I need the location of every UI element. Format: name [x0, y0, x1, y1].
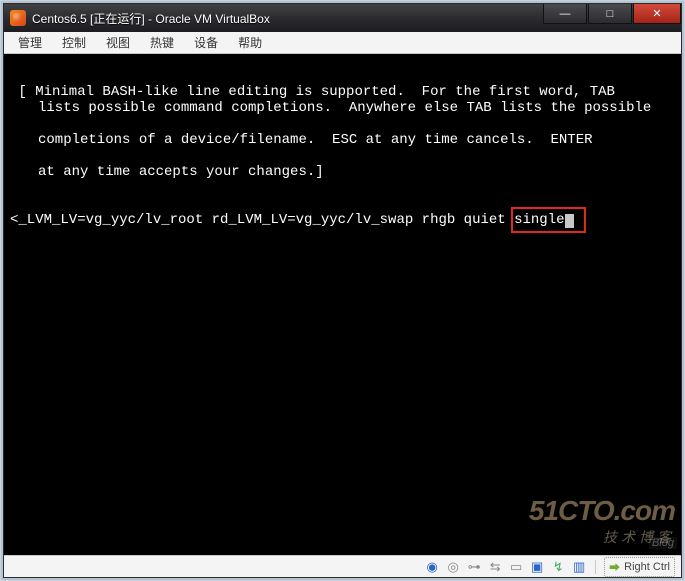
- menu-control[interactable]: 控制: [54, 32, 94, 53]
- display-icon[interactable]: ▣: [529, 559, 545, 575]
- status-separator: [595, 560, 596, 574]
- highlighted-term: single: [514, 212, 573, 228]
- minimize-button[interactable]: —: [543, 4, 587, 24]
- annotation-box: [511, 207, 585, 233]
- window-title: Centos6.5 [正在运行] - Oracle VM VirtualBox: [32, 10, 270, 27]
- virtualbox-icon: [10, 10, 26, 26]
- grub-edit-line[interactable]: <_LVM_LV=vg_yyc/lv_root rd_LVM_LV=vg_yyc…: [10, 212, 675, 228]
- menu-help[interactable]: 帮助: [230, 32, 270, 53]
- optical-drive-icon[interactable]: ◎: [445, 559, 461, 575]
- hostkey-arrow-icon: ⮕: [609, 559, 620, 575]
- network-icon[interactable]: ⇆: [487, 559, 503, 575]
- grub-help-line-1: [ Minimal BASH-like line editing is supp…: [10, 84, 615, 100]
- title-bar[interactable]: Centos6.5 [正在运行] - Oracle VM VirtualBox …: [4, 4, 681, 32]
- shared-folder-icon[interactable]: ▭: [508, 559, 524, 575]
- status-icons: ◉ ◎ ⊶ ⇆ ▭ ▣ ↯ ▥: [424, 559, 587, 575]
- hostkey-label: Right Ctrl: [624, 561, 670, 573]
- capture-icon[interactable]: ▥: [571, 559, 587, 575]
- menu-manage[interactable]: 管理: [10, 32, 50, 53]
- grub-help-line-2: lists possible command completions. Anyw…: [10, 100, 675, 116]
- usb-icon[interactable]: ⊶: [466, 559, 482, 575]
- grub-help-line-4: at any time accepts your changes.]: [10, 164, 675, 180]
- close-button[interactable]: ✕: [633, 4, 681, 24]
- mouse-integration-icon[interactable]: ↯: [550, 559, 566, 575]
- status-bar: ◉ ◎ ⊶ ⇆ ▭ ▣ ↯ ▥ ⮕ Right Ctrl: [4, 555, 681, 577]
- menu-bar: 管理 控制 视图 热键 设备 帮助: [4, 32, 681, 54]
- maximize-button[interactable]: □: [588, 4, 632, 24]
- minimize-icon: —: [560, 8, 571, 20]
- window-buttons: — □ ✕: [543, 4, 681, 32]
- close-icon: ✕: [652, 7, 661, 20]
- host-key-indicator[interactable]: ⮕ Right Ctrl: [604, 557, 675, 577]
- app-window: Centos6.5 [正在运行] - Oracle VM VirtualBox …: [3, 3, 682, 578]
- grub-cmd-prefix: <_LVM_LV=vg_yyc/lv_root rd_LVM_LV=vg_yyc…: [10, 212, 514, 228]
- hard-disk-icon[interactable]: ◉: [424, 559, 440, 575]
- grub-help-line-3: completions of a device/filename. ESC at…: [10, 132, 675, 148]
- menu-devices[interactable]: 设备: [186, 32, 226, 53]
- menu-hotkeys[interactable]: 热键: [142, 32, 182, 53]
- maximize-icon: □: [607, 8, 614, 20]
- guest-terminal[interactable]: [ Minimal BASH-like line editing is supp…: [4, 54, 681, 555]
- menu-view[interactable]: 视图: [98, 32, 138, 53]
